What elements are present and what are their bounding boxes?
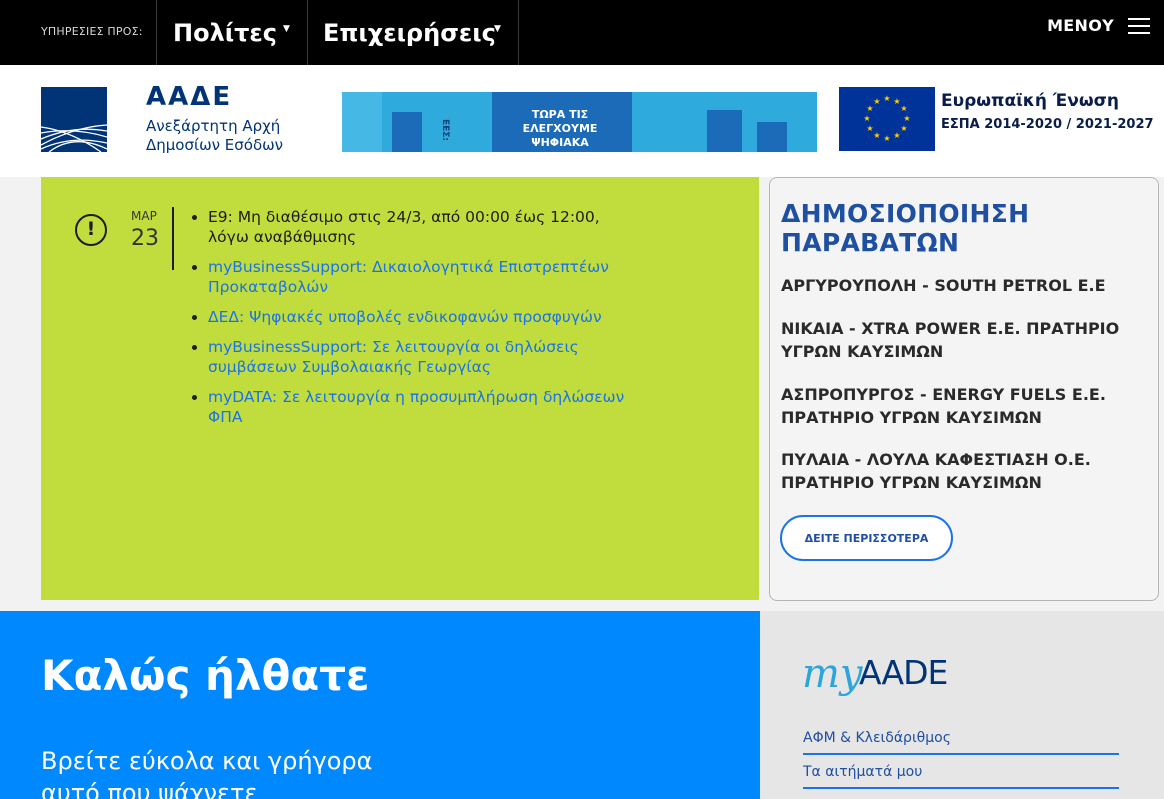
svg-text:★: ★ [866,124,873,133]
banner-side-text: ΕΕΣ: [440,118,451,142]
eu-flag-icon: ★ ★ ★ ★ ★ ★ ★ ★ ★ ★ ★ ★ [839,87,935,151]
myaade-logo[interactable]: my AADE [802,649,972,719]
violator-item[interactable]: ΝΙΚΑΙΑ - XTRA POWER Ε.Ε. ΠΡΑΤΗΡΙΟ ΥΓΡΩΝ … [781,317,1151,363]
nav-divider [518,0,519,65]
svg-text:★: ★ [883,134,890,143]
violators-panel: ΔΗΜΟΣΙΟΠΟΙΗΣΗ ΠΑΡΑΒΑΤΩΝ ΑΡΓΥΡΟΥΠΟΛΗ - SO… [769,177,1159,601]
banner-shape [392,112,422,152]
nav-citizens-label: Πολίτες [173,18,278,47]
svg-text:★: ★ [883,94,890,103]
svg-text:★: ★ [863,114,870,123]
see-more-button[interactable]: ΔΕΙΤΕ ΠΕΡΙΣΣΟΤΕΡΑ [780,515,953,561]
nav-divider [307,0,308,65]
announcements-list: Ε9: Μη διαθέσιμο στις 24/3, από 00:00 έω… [192,207,628,437]
myaade-logo-my: my [802,651,863,697]
nav-citizens[interactable]: Πολίτες [173,0,277,65]
aade-logo-text: ΑΑΔΕ [146,82,233,112]
aade-emblem-icon[interactable] [41,87,107,152]
svg-text:★: ★ [903,114,910,123]
myaade-section: my AADE ΑΦΜ & Κλειδάριθμος Τα αιτήματά μ… [760,611,1164,799]
welcome-section: Καλώς ήλθατε Βρείτε εύκολα και γρήγορα α… [0,611,760,799]
announcement-item: Ε9: Μη διαθέσιμο στις 24/3, από 00:00 έω… [192,207,628,247]
banner-shape [757,122,787,152]
announcement-link[interactable]: myBusinessSupport: Σε λειτουργία οι δηλώ… [192,337,628,377]
top-navigation-bar: ΥΠΗΡΕΣΙΕΣ ΠΡΟΣ: Πολίτες ▼ Επιχειρήσεις ▼… [0,0,1164,65]
nav-businesses[interactable]: Επιχειρήσεις [323,0,496,65]
exclamation-circle-icon: ! [75,214,107,246]
aade-logo-subtitle: Ανεξάρτητη Αρχή Δημοσίων Εσόδων [146,117,306,155]
date-month: ΜΑΡ [131,209,157,223]
welcome-title: Καλώς ήλθατε [41,651,370,700]
menu-label: ΜΕΝΟΥ [1047,16,1114,35]
campaign-banner[interactable]: ΕΕΣ: ΤΩΡΑ ΤΙΣ ΕΛΕΓΧΟΥΜΕ ΨΗΦΙΑΚΑ [342,92,817,152]
chevron-down-icon[interactable]: ▼ [494,24,501,34]
nav-divider [156,0,157,65]
logo-subtitle-line: Δημοσίων Εσόδων [146,136,284,154]
myaade-link[interactable]: Τα αιτήματά μου [803,764,1119,789]
services-for-label: ΥΠΗΡΕΣΙΕΣ ΠΡΟΣ: [41,25,143,38]
svg-text:★: ★ [873,97,880,106]
svg-text:★: ★ [900,124,907,133]
announcement-link[interactable]: myBusinessSupport: Δικαιολογητικά Επιστρ… [192,257,628,297]
hamburger-icon[interactable] [1128,17,1150,35]
espa-label: ΕΣΠΑ 2014-2020 / 2021-2027 [941,117,1154,132]
banner-shape [707,110,742,152]
logo-subtitle-line: Ανεξάρτητη Αρχή [146,117,281,135]
svg-text:★: ★ [893,131,900,140]
violator-item[interactable]: ΠΥΛΑΙΑ - ΛΟΥΛΑ ΚΑΦΕΣΤΙΑΣΗ Ο.Ε. ΠΡΑΤΗΡΙΟ … [781,448,1151,494]
myaade-logo-aade: AADE [859,653,948,692]
nav-businesses-label: Επιχειρήσεις [323,18,496,47]
eu-label: Ευρωπαϊκή Ένωση [941,91,1119,111]
myaade-link[interactable]: ΑΦΜ & Κλειδάριθμος [803,730,1119,755]
date-divider [172,207,174,270]
svg-text:★: ★ [873,131,880,140]
chevron-down-icon[interactable]: ▼ [283,24,290,34]
violator-item[interactable]: ΑΡΓΥΡΟΥΠΟΛΗ - SOUTH PETROL Ε.Ε [781,274,1151,297]
banner-shape [342,92,382,152]
welcome-subtitle: Βρείτε εύκολα και γρήγορα αυτό που ψάχνε… [41,747,373,799]
announcement-link[interactable]: myDATA: Σε λειτουργία η προσυμπλήρωση δη… [192,387,628,427]
announcements-panel: ! ΜΑΡ 23 Ε9: Μη διαθέσιμο στις 24/3, από… [41,177,759,600]
announcement-link[interactable]: ΔΕΔ: Ψηφιακές υποβολές ενδικοφανών προσφ… [192,307,628,327]
violator-item[interactable]: ΑΣΠΡΟΠΥΡΓΟΣ - ENERGY FUELS Ε.Ε. ΠΡΑΤΗΡΙΟ… [781,383,1151,429]
svg-text:★: ★ [900,104,907,113]
date-day: 23 [131,226,159,251]
violators-title: ΔΗΜΟΣΙΟΠΟΙΗΣΗ ΠΑΡΑΒΑΤΩΝ [781,199,1030,257]
site-header: ΑΑΔΕ Ανεξάρτητη Αρχή Δημοσίων Εσόδων ΕΕΣ… [0,65,1164,177]
menu-button[interactable]: ΜΕΝΟΥ [1047,16,1150,35]
banner-text: ΤΩΡΑ ΤΙΣ ΕΛΕΓΧΟΥΜΕ ΨΗΦΙΑΚΑ [522,108,598,149]
